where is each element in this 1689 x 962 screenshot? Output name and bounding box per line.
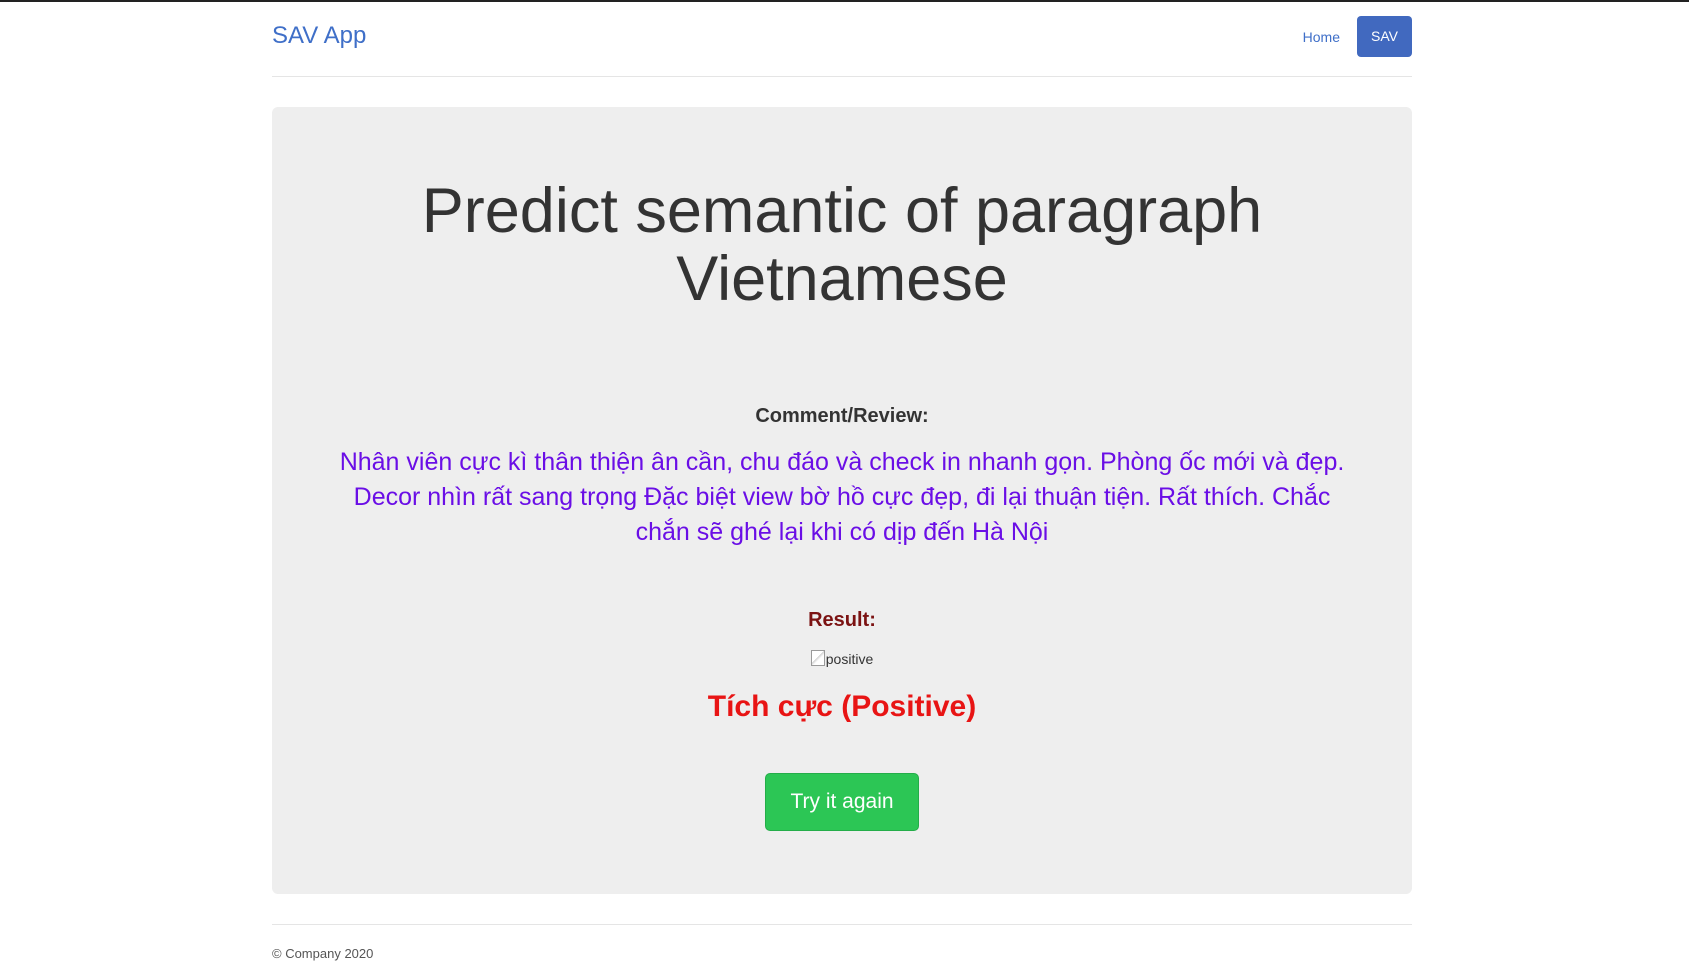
result-label: Result: [808,609,876,631]
try-again-button[interactable]: Try it again [765,773,919,831]
nav-link-home[interactable]: Home [1286,17,1357,57]
result-text: Tích cực (Positive) [707,690,977,723]
result-panel: Predict semantic of paragraph Vietnamese… [272,107,1412,894]
footer-text: © Company 2020 [272,946,374,961]
page-title: Predict semantic of paragraph Vietnamese [421,176,1263,314]
footer: © Company 2020 [272,924,1412,961]
result-image-alt: positive [825,651,874,667]
comment-label: Comment/Review: [755,405,929,427]
navbar: SAV App Home SAV [272,0,1412,77]
comment-text: Nhân viên cực kì thân thiện ân cần, chu … [339,448,1345,546]
nav-link-sav[interactable]: SAV [1357,16,1412,57]
result-image: positive [272,650,1412,668]
broken-image-icon [810,650,825,666]
nav-links: Home SAV [1286,16,1412,57]
page-container: SAV App Home SAV Predict semantic of par… [272,0,1412,961]
brand-link[interactable]: SAV App [272,21,366,51]
